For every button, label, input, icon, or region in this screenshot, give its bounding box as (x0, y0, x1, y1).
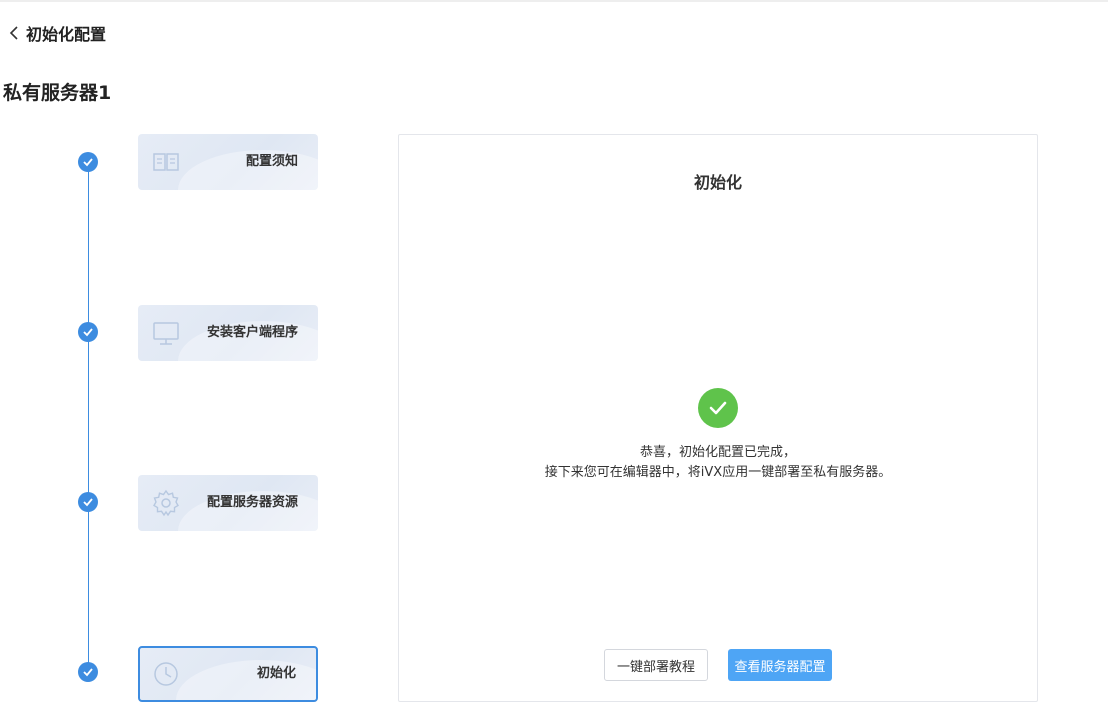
stepper-line (88, 162, 89, 672)
book-icon (153, 153, 179, 171)
step-initialize[interactable]: 初始化 (138, 646, 318, 702)
step-label: 配置须知 (245, 154, 298, 169)
step-label: 配置服务器资源 (206, 495, 298, 510)
success-check-icon (698, 388, 738, 428)
step-config-resources[interactable]: 配置服务器资源 (138, 475, 318, 531)
step-label: 初始化 (256, 666, 296, 681)
back-label: 初始化配置 (26, 25, 107, 44)
step-config-notice[interactable]: 配置须知 (138, 134, 318, 190)
step-3-check-icon (78, 492, 98, 512)
success-message-line1: 恭喜，初始化配置已完成， (639, 445, 796, 460)
deploy-tutorial-button[interactable]: 一键部署教程 (604, 649, 708, 681)
top-divider (0, 0, 1108, 2)
clock-icon (154, 662, 178, 686)
panel-title: 初始化 (693, 173, 742, 192)
card-decoration (176, 660, 316, 700)
monitor-icon (153, 322, 179, 345)
step-install-client[interactable]: 安装客户端程序 (138, 305, 318, 361)
back-button[interactable]: 初始化配置 (8, 22, 106, 44)
view-server-config-button[interactable]: 查看服务器配置 (728, 649, 832, 681)
step-4-check-icon (78, 662, 98, 682)
page-title: 私有服务器1 (3, 82, 112, 104)
step-1-check-icon (78, 152, 98, 172)
step-label: 安装客户端程序 (206, 325, 298, 340)
chevron-left-icon (9, 26, 18, 40)
gear-icon (153, 489, 179, 517)
content-panel: 初始化 恭喜，初始化配置已完成， 接下来您可在编辑器中，将iVX应用一键部署至私… (398, 134, 1038, 702)
success-message-line2: 接下来您可在编辑器中，将iVX应用一键部署至私有服务器。 (544, 465, 892, 480)
step-2-check-icon (78, 322, 98, 342)
